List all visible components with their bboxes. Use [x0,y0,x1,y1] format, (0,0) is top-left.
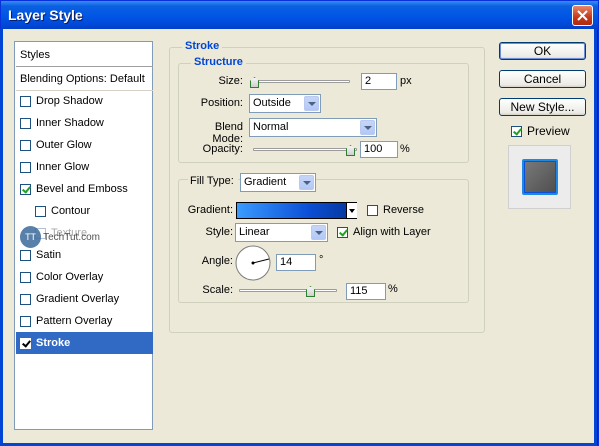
scale-input[interactable]: 115 [346,283,386,300]
blend-mode-value: Normal [253,121,289,133]
close-button[interactable] [572,5,593,26]
style-item-label: Outer Glow [36,139,92,151]
style-select[interactable]: Linear [235,223,328,242]
bevel-emboss-checkbox[interactable] [20,183,31,195]
techtut-watermark: TT TechTut.com [20,222,100,252]
style-label: Style: [205,226,233,238]
blend-mode-label: Blend Mode: [212,121,243,145]
preview-option[interactable]: Preview [511,124,570,138]
stroke-group-title: Stroke [182,40,223,52]
close-icon [577,10,588,21]
angle-unit: ° [319,254,324,266]
scale-label: Scale: [202,284,233,296]
fill-type-dropdown-arrow[interactable] [299,175,314,190]
style-item-label: Stroke [36,337,71,349]
style-item-label: Contour [51,205,91,217]
position-value: Outside [253,97,291,109]
reverse-checkbox[interactable] [367,204,378,216]
style-item-contour[interactable]: Contour [16,200,153,222]
preview-square [521,159,558,195]
style-item-bevel-emboss[interactable]: Bevel and Emboss [16,178,153,200]
size-input[interactable]: 2 [361,73,397,90]
reverse-option[interactable]: Reverse [367,204,424,216]
preview-label: Preview [527,124,570,138]
pattern-overlay-checkbox[interactable] [20,315,31,327]
style-item-outer-glow[interactable]: Outer Glow [16,134,153,156]
blending-options-item[interactable]: Blending Options: Default [16,67,153,91]
blending-options-label: Blending Options: Default [20,72,145,85]
cancel-button[interactable]: Cancel [499,70,586,88]
blend-mode-select[interactable]: Normal [249,118,377,137]
style-item-pattern-overlay[interactable]: Pattern Overlay [16,310,153,332]
blend-mode-dropdown-arrow[interactable] [360,120,375,135]
new-style-button[interactable]: New Style... [499,98,586,116]
style-item-inner-shadow[interactable]: Inner Shadow [16,112,153,134]
style-item-drop-shadow[interactable]: Drop Shadow [16,90,153,112]
contour-checkbox[interactable] [35,205,46,217]
watermark-text: TechTut.com [43,231,100,243]
align-with-layer-option[interactable]: Align with Layer [337,226,431,238]
position-dropdown-arrow[interactable] [304,96,319,111]
inner-glow-checkbox[interactable] [20,161,31,173]
angle-label: Angle: [201,255,233,267]
style-item-label: Color Overlay [36,271,104,283]
outer-glow-checkbox[interactable] [20,139,31,151]
opacity-slider-track[interactable] [253,148,357,151]
style-item-gradient-overlay[interactable]: Gradient Overlay [16,288,153,310]
gradient-dropdown-arrow[interactable] [346,203,357,218]
size-slider-track[interactable] [253,80,350,83]
scale-slider-track[interactable] [239,289,337,292]
inner-shadow-checkbox[interactable] [20,117,31,129]
opacity-unit: % [400,143,410,155]
size-label: Size: [218,75,243,87]
style-item-label: Bevel and Emboss [36,183,128,195]
window-title: Layer Style [8,7,83,23]
preview-checkbox[interactable] [511,125,522,137]
style-item-stroke[interactable]: Stroke [16,332,153,354]
style-item-label: Pattern Overlay [36,315,113,327]
styles-header-label: Styles [20,48,50,61]
position-label: Position: [200,97,243,109]
fill-type-label: Fill Type: [188,175,238,187]
color-overlay-checkbox[interactable] [20,271,31,283]
techtut-logo-icon: TT [20,226,42,248]
window-frame-right [594,29,597,446]
gradient-overlay-checkbox[interactable] [20,293,31,305]
style-item-color-overlay[interactable]: Color Overlay [16,266,153,288]
size-unit: px [400,75,412,87]
fill-type-select[interactable]: Gradient [240,173,316,192]
reverse-label: Reverse [383,204,424,216]
style-item-label: Inner Shadow [36,117,104,129]
align-with-layer-checkbox[interactable] [337,226,348,238]
stroke-checkbox[interactable] [20,337,31,349]
ok-button[interactable]: OK [499,42,586,60]
drop-shadow-checkbox[interactable] [20,95,31,107]
title-bar[interactable]: Layer Style [1,1,598,30]
dialog-client-area: Styles Blending Options: Default Drop Sh… [3,29,594,443]
structure-group-title: Structure [191,56,246,68]
position-select[interactable]: Outside [249,94,321,113]
opacity-label: Opacity: [202,143,243,155]
opacity-input[interactable]: 100 [360,141,398,158]
angle-dial[interactable] [234,244,272,282]
style-item-inner-glow[interactable]: Inner Glow [16,156,153,178]
style-value: Linear [239,226,270,238]
gradient-label: Gradient: [187,204,233,216]
style-preview-thumbnail [508,145,571,209]
fill-type-value: Gradient [244,176,287,188]
styles-list: Styles Blending Options: Default Drop Sh… [14,41,153,430]
styles-header[interactable]: Styles [16,43,153,67]
scale-unit: % [388,283,398,295]
style-item-label: Drop Shadow [36,95,103,107]
style-item-label: Gradient Overlay [36,293,120,305]
align-with-layer-label: Align with Layer [353,226,431,238]
angle-input[interactable]: 14 [276,254,316,271]
style-dropdown-arrow[interactable] [311,225,326,240]
gradient-swatch[interactable] [236,202,357,219]
style-item-label: Inner Glow [36,161,90,173]
